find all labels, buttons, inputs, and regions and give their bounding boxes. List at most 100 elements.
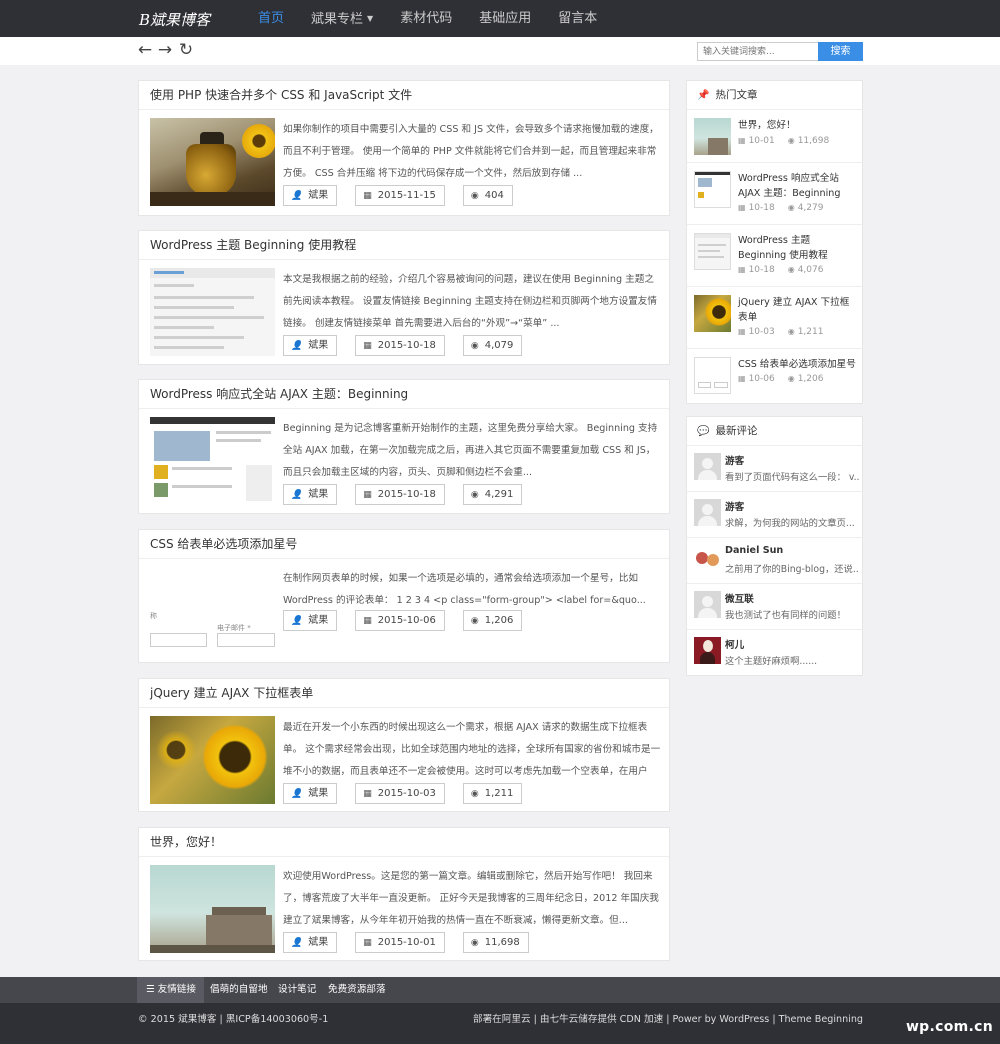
eye-icon: ◉ [470,490,479,500]
eye-icon: ◉ [787,136,795,145]
friend-links-heading: ☰ 友情链接 [137,977,204,1003]
post-card: jQuery 建立 AJAX 下拉框表单 最近在开发一个小东西的时候出现这么一个… [138,678,670,812]
nav-item-basics[interactable]: 基础应用 [479,0,531,37]
post-thumbnail[interactable] [694,295,731,332]
views-badge: ◉ 4,079 [462,335,523,356]
post-title[interactable]: CSS 给表单必选项添加星号 [139,530,669,559]
post-card: WordPress 响应式全站 AJAX 主题：Beginning Beginn… [138,379,670,514]
forward-arrow-icon[interactable]: → [156,41,174,59]
post-thumbnail[interactable] [694,118,731,155]
author-badge[interactable]: 👤 斌果 [283,610,338,631]
recent-comments-widget: 💬 最新评论 游客 看到了页面代码有这么一段： v... 游客 求解，为何我的网站… [686,416,863,676]
post-thumbnail[interactable] [694,171,731,208]
search-button[interactable]: 搜索 [818,42,863,61]
nav-item-column[interactable]: 斌果专栏 ▼ [311,0,373,37]
menu-icon: ☰ [146,984,155,995]
post-excerpt: 最近在开发一个小东西的时候出现这么一个需求，根据 AJAX 请求的数据生成下拉框… [283,722,661,777]
eye-icon: ◉ [470,789,479,799]
post-thumbnail[interactable] [150,716,275,804]
widget-heading: 📌 热门文章 [687,81,862,110]
post-title[interactable]: 使用 PHP 快速合并多个 CSS 和 JavaScript 文件 [139,81,669,110]
post-title[interactable]: WordPress 主题 Beginning 使用教程 [139,231,669,260]
pin-icon: 📌 [697,90,710,101]
post-excerpt: 欢迎使用WordPress。这是您的第一篇文章。编辑或删除它，然后开始写作吧！ … [283,871,659,926]
avatar [694,591,721,618]
views-badge: ◉ 11,698 [462,932,529,953]
post-meta: 👤 斌果 ▦ 2015-10-18 ◉ 4,291 [283,484,540,505]
hot-posts-widget: 📌 热门文章 世界，您好！ ▦ 10-01 ◉ 11,698 WordPress 响应式… [686,80,863,404]
site-logo[interactable]: B斌果博客 [139,9,210,30]
comment-author: 柯儿 [725,640,745,651]
post-title[interactable]: 世界，您好！ [139,828,669,857]
post-card: 世界，您好！ 欢迎使用WordPress。这是您的第一篇文章。编辑或删除它，然后… [138,827,670,961]
comment-item[interactable]: 柯儿 这个主题好麻烦啊...... [687,630,862,676]
author-badge[interactable]: 👤 斌果 [283,484,338,505]
nav-item-home[interactable]: 首页 [258,0,284,37]
hot-post-title[interactable]: WordPress 主题 Beginning 使用教程 [738,233,858,263]
comment-text: 看到了页面代码有这么一段： v... [725,472,859,483]
nav-item-resources[interactable]: 素材代码 [400,0,452,37]
post-thumbnail[interactable] [150,268,275,356]
post-excerpt: 本文是我根据之前的经验，介绍几个容易被询问的问题，建议在使用 Beginning… [283,274,657,329]
comment-item[interactable]: 游客 求解，为何我的网站的文章页... [687,492,862,538]
search-input[interactable] [697,42,818,61]
post-thumbnail[interactable]: 称 电子邮件 * [150,567,275,655]
hot-post-title[interactable]: CSS 给表单必选项添加星号 [738,357,858,372]
views-badge: ◉ 1,206 [462,610,523,631]
comment-item[interactable]: 微互联 我也测试了也有同样的问题！ [687,584,862,630]
back-arrow-icon[interactable]: ← [136,41,154,59]
views-badge: ◉ 4,291 [462,484,523,505]
post-title[interactable]: jQuery 建立 AJAX 下拉框表单 [139,679,669,708]
comment-item[interactable]: Daniel Sun 之前用了你的Bing-blog，还说... [687,538,862,584]
calendar-icon: ▦ [363,490,372,500]
friend-link[interactable]: 设计笔记 [278,977,316,1003]
eye-icon: ◉ [470,191,479,201]
author-badge[interactable]: 👤 斌果 [283,783,338,804]
comment-author: Daniel Sun [725,545,784,556]
hot-post-meta: ▦ 10-18 ◉ 4,279 [738,203,824,213]
hot-post-title[interactable]: jQuery 建立 AJAX 下拉框表单 [738,295,858,325]
post-thumbnail[interactable] [150,118,275,206]
post-card: CSS 给表单必选项添加星号 称 电子邮件 * 在制作网页表单的时候，如果一个选… [138,529,670,663]
post-thumbnail[interactable] [694,357,731,394]
friend-link[interactable]: 倡萌的自留地 [210,977,268,1003]
post-thumbnail[interactable] [150,417,275,505]
list-item: CSS 给表单必选项添加星号 ▦ 10-06 ◉ 1,206 [687,349,862,404]
post-meta: 👤 斌果 ▦ 2015-10-06 ◉ 1,206 [283,610,540,631]
hot-post-meta: ▦ 10-01 ◉ 11,698 [738,136,830,146]
user-icon: 👤 [291,341,303,351]
date-badge: ▦ 2015-10-18 [355,335,445,356]
eye-icon: ◉ [787,374,795,383]
author-badge[interactable]: 👤 斌果 [283,185,338,206]
calendar-icon: ▦ [738,265,746,274]
hot-post-title[interactable]: 世界，您好！ [738,118,858,133]
copyright-text: © 2015 斌果博客 | 黑ICP备14003060号-1 [138,1014,329,1025]
comment-author: 游客 [725,456,745,467]
author-badge[interactable]: 👤 斌果 [283,335,338,356]
calendar-icon: ▦ [363,191,372,201]
post-thumbnail[interactable] [150,865,275,953]
calendar-icon: ▦ [363,616,372,626]
views-badge: ◉ 404 [462,185,513,206]
post-title[interactable]: WordPress 响应式全站 AJAX 主题：Beginning [139,380,669,409]
watermark: wp.com.cn [905,1019,993,1035]
post-meta: 👤 斌果 ▦ 2015-10-01 ◉ 11,698 [283,932,547,953]
nav-item-guestbook[interactable]: 留言本 [558,0,597,37]
list-item: jQuery 建立 AJAX 下拉框表单 ▦ 10-03 ◉ 1,211 [687,287,862,349]
calendar-icon: ▦ [738,374,746,383]
hot-post-meta: ▦ 10-18 ◉ 4,076 [738,265,824,275]
hot-post-title[interactable]: WordPress 响应式全站 AJAX 主题：Beginning [738,171,858,201]
post-thumbnail[interactable] [694,233,731,270]
user-icon: 👤 [291,616,303,626]
avatar [694,545,721,572]
eye-icon: ◉ [470,616,479,626]
eye-icon: ◉ [787,327,795,336]
author-badge[interactable]: 👤 斌果 [283,932,338,953]
credits-text: 部署在阿里云 | 由七牛云储存提供 CDN 加速 | Power by Word… [472,1014,863,1025]
comment-text: 我也测试了也有同样的问题！ [725,610,846,621]
refresh-icon[interactable]: ↻ [177,41,195,59]
comment-item[interactable]: 游客 看到了页面代码有这么一段： v... [687,446,862,492]
post-card: 使用 PHP 快速合并多个 CSS 和 JavaScript 文件 如果你制作的… [138,80,670,216]
friend-link[interactable]: 免费资源部落 [328,977,386,1003]
comment-icon: 💬 [697,426,710,437]
